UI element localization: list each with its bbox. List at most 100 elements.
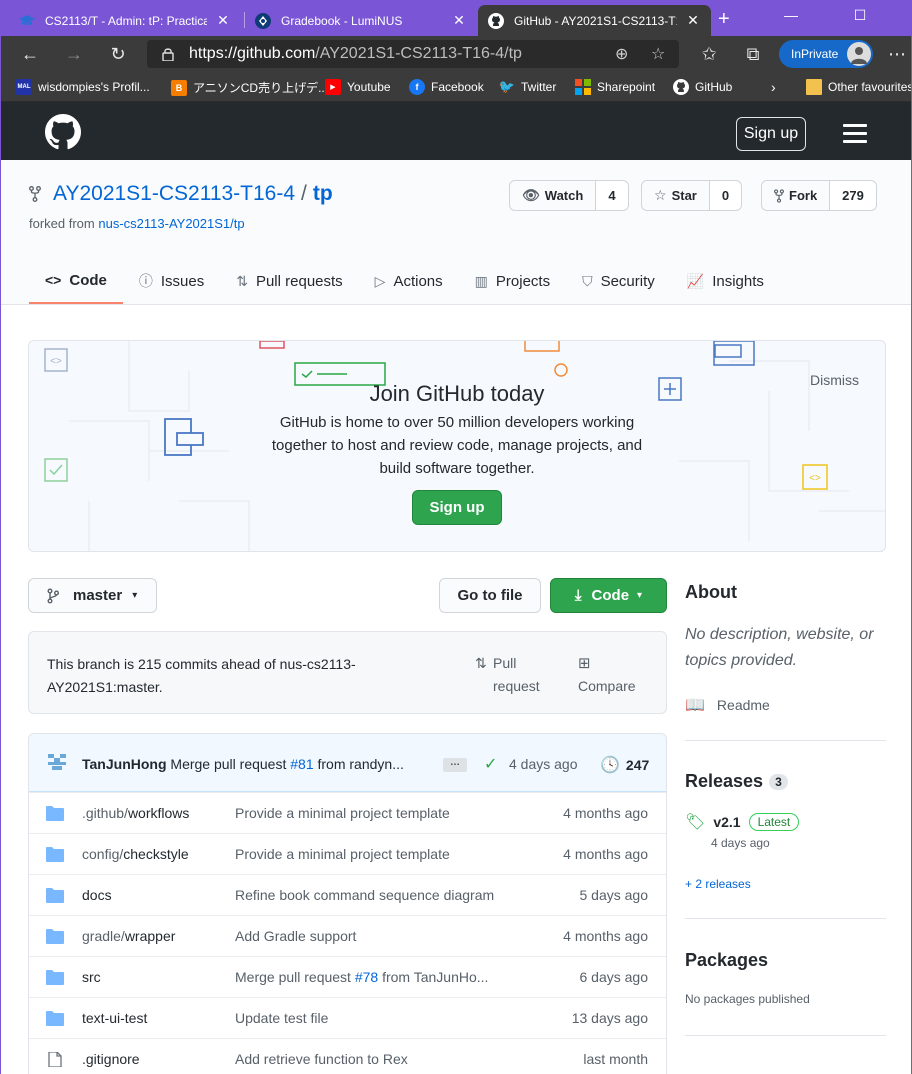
pull-request-link[interactable]: ⇅ Pull request xyxy=(475,652,545,698)
chevron-right-icon[interactable]: › xyxy=(771,79,776,95)
code-download-button[interactable]: ⤓ Code ▾ xyxy=(550,578,667,613)
go-to-file-button[interactable]: Go to file xyxy=(439,578,541,613)
tab-issues[interactable]: ⓘ Issues xyxy=(123,258,220,304)
inprivate-button[interactable]: InPrivate xyxy=(779,40,873,68)
github-icon xyxy=(673,79,689,95)
pull-request-icon: ⇅ xyxy=(236,272,248,289)
collections-icon[interactable]: ⧉ xyxy=(741,42,765,66)
bookmark-label: Other favourites xyxy=(828,80,912,94)
branch-select-button[interactable]: master ▾ xyxy=(28,578,157,613)
file-commit-message-suffix[interactable]: from TanJunHo... xyxy=(382,969,488,985)
repo-name-link[interactable]: tp xyxy=(313,182,333,206)
compare-link[interactable]: ⊞ Compare xyxy=(578,652,636,698)
releases-heading[interactable]: Releases 3 xyxy=(685,771,788,792)
tab-insights[interactable]: 📈 Insights xyxy=(671,258,780,304)
header-signup-button[interactable]: Sign up xyxy=(736,117,806,151)
packages-heading[interactable]: Packages xyxy=(685,950,768,971)
caret-down-icon: ▾ xyxy=(637,590,643,601)
bookmark-facebook[interactable]: f Facebook xyxy=(409,79,484,95)
close-icon[interactable]: ✕ xyxy=(685,12,701,29)
star-button[interactable]: ☆ Star 0 xyxy=(641,180,743,211)
commit-history-link[interactable]: 🕓 247 xyxy=(600,755,649,775)
minimize-button[interactable]: — xyxy=(768,0,814,30)
file-commit-pr-link[interactable]: #78 xyxy=(355,969,378,985)
file-name-link[interactable]: config/checkstyle xyxy=(82,846,189,862)
back-arrow-icon[interactable]: ← xyxy=(18,42,42,66)
tab-code[interactable]: <> Code xyxy=(29,258,123,304)
maximize-button[interactable]: ☐ xyxy=(837,0,883,30)
file-name: docs xyxy=(82,887,112,903)
latest-badge: Latest xyxy=(748,813,800,831)
file-name-link[interactable]: .github/workflows xyxy=(82,805,189,821)
svg-text:<>: <> xyxy=(809,473,821,484)
file-commit-message[interactable]: Add retrieve function to Rex xyxy=(235,1051,408,1067)
file-name-link[interactable]: gradle/wrapper xyxy=(82,928,175,944)
star-count[interactable]: 0 xyxy=(709,181,742,210)
tab-github[interactable]: GitHub - AY2021S1-CS2113-T16-4/tp ✕ xyxy=(478,5,711,36)
file-commit-age: 13 days ago xyxy=(571,1010,648,1026)
bookmark-twitter[interactable]: 🐦 Twitter xyxy=(499,79,556,95)
watch-count[interactable]: 4 xyxy=(596,181,628,210)
tab-label: Code xyxy=(69,271,107,289)
close-icon[interactable]: ✕ xyxy=(451,12,467,29)
tab-pull-requests[interactable]: ⇅ Pull requests xyxy=(220,258,358,304)
bookmark-wisdompies[interactable]: MAL wisdompies's Profil... xyxy=(16,79,150,95)
address-bar[interactable]: https://github.com/AY2021S1-CS2113-T16-4… xyxy=(147,40,679,68)
avatar[interactable] xyxy=(46,752,68,774)
commit-author-link[interactable]: TanJunHong xyxy=(82,756,167,772)
bookmark-other-favourites[interactable]: Other favourites xyxy=(806,79,912,95)
forward-arrow-icon[interactable]: → xyxy=(62,42,86,66)
twitter-icon: 🐦 xyxy=(498,79,516,94)
file-commit-message[interactable]: Refine book command sequence diagram xyxy=(235,887,494,903)
bookmark-sharepoint[interactable]: Sharepoint xyxy=(575,79,655,95)
file-commit-message[interactable]: Provide a minimal project template xyxy=(235,805,450,821)
favorites-icon[interactable]: ✩ xyxy=(697,42,721,66)
commit-message-suffix[interactable]: from randyn... xyxy=(318,756,404,772)
file-commit-message-prefix[interactable]: Merge pull request xyxy=(235,969,351,985)
fork-count[interactable]: 279 xyxy=(830,181,876,210)
tab-cs2113[interactable]: CS2113/T - Admin: tP: Practical ✕ xyxy=(9,5,241,36)
bookmark-anison[interactable]: B アニソンCD売り上げデ... xyxy=(171,79,328,96)
readme-link[interactable]: 📖 Readme xyxy=(685,695,770,715)
file-name-link[interactable]: text-ui-test xyxy=(82,1010,147,1026)
bookmark-youtube[interactable]: ▶ Youtube xyxy=(325,79,391,95)
new-tab-button[interactable]: + xyxy=(718,8,730,31)
file-commit-age: 4 months ago xyxy=(563,846,648,862)
file-name-link[interactable]: .gitignore xyxy=(82,1051,140,1067)
zoom-icon[interactable]: ⊕ xyxy=(615,44,628,64)
tab-label: Projects xyxy=(495,272,551,290)
tab-actions[interactable]: ▷ Actions xyxy=(359,258,459,304)
forked-source-link[interactable]: nus-cs2113-AY2021S1/tp xyxy=(98,216,244,231)
folder-icon xyxy=(46,929,64,944)
file-name-link[interactable]: src xyxy=(82,969,101,985)
commit-time[interactable]: 4 days ago xyxy=(509,756,578,772)
tab-security[interactable]: ⛉ Security xyxy=(566,258,671,304)
file-name-link[interactable]: docs xyxy=(82,887,112,903)
banner-signup-button[interactable]: Sign up xyxy=(412,490,502,525)
close-icon[interactable]: ✕ xyxy=(215,12,231,29)
latest-release[interactable]: 🏷 v2.1 Latest xyxy=(685,812,800,832)
expand-commit-button[interactable]: … xyxy=(443,758,467,772)
bookmark-github[interactable]: GitHub xyxy=(673,79,732,95)
file-name: text-ui-test xyxy=(82,1010,148,1026)
bookmark-label: Twitter xyxy=(521,80,557,94)
file-commit-message[interactable]: Update test file xyxy=(235,1010,328,1026)
repo-owner-link[interactable]: AY2021S1-CS2113-T16-4 xyxy=(53,182,295,206)
file-commit-message[interactable]: Add Gradle support xyxy=(235,928,356,944)
commit-message-prefix[interactable]: Merge pull request xyxy=(170,756,286,772)
more-releases-link[interactable]: + 2 releases xyxy=(685,877,751,891)
more-icon[interactable]: ⋯ xyxy=(885,42,909,66)
file-commit-message[interactable]: Provide a minimal project template xyxy=(235,846,450,862)
commit-pr-link[interactable]: #81 xyxy=(290,756,313,772)
watch-button[interactable]: 👁 Watch 4 xyxy=(509,180,629,211)
hamburger-menu-icon[interactable] xyxy=(843,124,867,143)
tab-projects[interactable]: ▥ Projects xyxy=(459,258,566,304)
fork-button[interactable]: Fork 279 xyxy=(761,180,877,211)
shield-icon: ⛉ xyxy=(582,272,593,289)
github-logo-icon[interactable] xyxy=(45,114,81,150)
refresh-icon[interactable]: ↻ xyxy=(106,42,130,66)
tab-luminus[interactable]: Gradebook - LumiNUS ✕ xyxy=(245,5,477,36)
favorite-star-icon[interactable]: ☆ xyxy=(651,44,665,64)
dismiss-button[interactable]: Dismiss xyxy=(810,372,859,388)
check-icon[interactable]: ✓ xyxy=(484,754,497,774)
